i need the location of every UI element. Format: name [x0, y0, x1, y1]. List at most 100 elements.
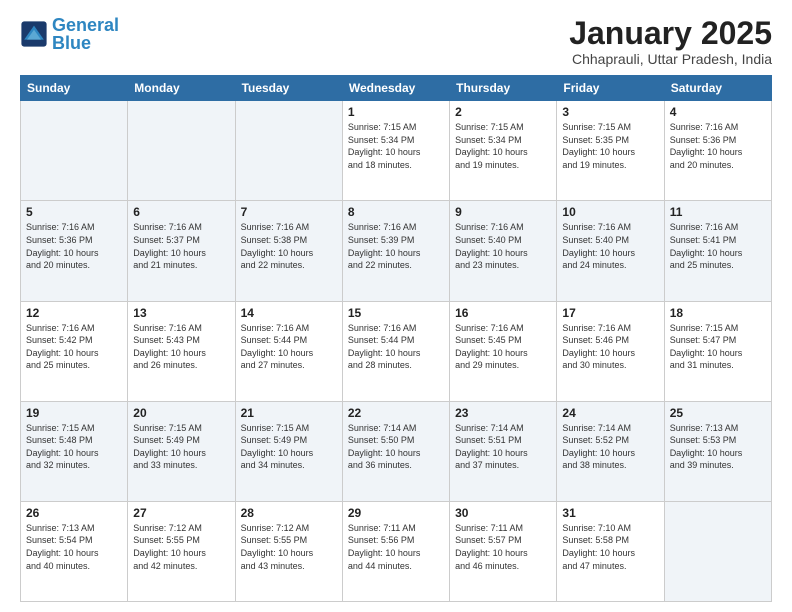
day-info: Sunrise: 7:13 AMSunset: 5:53 PMDaylight:… — [670, 422, 766, 472]
day-number: 16 — [455, 306, 551, 320]
weekday-header-friday: Friday — [557, 76, 664, 101]
calendar-cell: 12 Sunrise: 7:16 AMSunset: 5:42 PMDayligh… — [21, 301, 128, 401]
day-number: 21 — [241, 406, 337, 420]
subtitle: Chhaprauli, Uttar Pradesh, India — [569, 51, 772, 67]
calendar-cell: 25 Sunrise: 7:13 AMSunset: 5:53 PMDayligh… — [664, 401, 771, 501]
day-number: 29 — [348, 506, 444, 520]
day-info: Sunrise: 7:15 AMSunset: 5:47 PMDaylight:… — [670, 322, 766, 372]
day-number: 26 — [26, 506, 122, 520]
calendar-cell: 16Sunrise: 7:16 AMSunset: 5:45 PMDayligh… — [450, 301, 557, 401]
calendar-cell: 18Sunrise: 7:15 AMSunset: 5:47 PMDayligh… — [664, 301, 771, 401]
calendar-cell: 2 Sunrise: 7:15 AMSunset: 5:34 PMDaylight… — [450, 101, 557, 201]
day-number: 15 — [348, 306, 444, 320]
day-info: Sunrise: 7:16 AMSunset: 5:40 PMDaylight:… — [562, 221, 658, 271]
day-info: Sunrise: 7:15 AMSunset: 5:48 PMDaylight:… — [26, 422, 122, 472]
logo-area: General Blue — [20, 16, 119, 52]
day-info: Sunrise: 7:16 AMSunset: 5:44 PMDaylight:… — [241, 322, 337, 372]
day-info: Sunrise: 7:13 AMSunset: 5:54 PMDaylight:… — [26, 522, 122, 572]
day-number: 14 — [241, 306, 337, 320]
calendar-cell: 8Sunrise: 7:16 AMSunset: 5:39 PMDaylight… — [342, 201, 449, 301]
day-info: Sunrise: 7:15 AMSunset: 5:34 PMDaylight:… — [455, 121, 551, 171]
day-number: 17 — [562, 306, 658, 320]
calendar-cell — [235, 101, 342, 201]
day-info: Sunrise: 7:16 AMSunset: 5:38 PMDaylight:… — [241, 221, 337, 271]
day-info: Sunrise: 7:16 AMSunset: 5:36 PMDaylight:… — [670, 121, 766, 171]
day-number: 12 — [26, 306, 122, 320]
calendar-cell: 14 Sunrise: 7:16 AMSunset: 5:44 PMDayligh… — [235, 301, 342, 401]
weekday-header-thursday: Thursday — [450, 76, 557, 101]
calendar-cell — [664, 501, 771, 601]
calendar-cell: 24Sunrise: 7:14 AMSunset: 5:52 PMDayligh… — [557, 401, 664, 501]
day-info: Sunrise: 7:14 AMSunset: 5:52 PMDaylight:… — [562, 422, 658, 472]
day-number: 7 — [241, 205, 337, 219]
weekday-header-wednesday: Wednesday — [342, 76, 449, 101]
day-info: Sunrise: 7:14 AMSunset: 5:50 PMDaylight:… — [348, 422, 444, 472]
weekday-header-saturday: Saturday — [664, 76, 771, 101]
calendar-cell: 7 Sunrise: 7:16 AMSunset: 5:38 PMDaylight… — [235, 201, 342, 301]
calendar-cell: 5 Sunrise: 7:16 AMSunset: 5:36 PMDaylight… — [21, 201, 128, 301]
calendar-cell: 29Sunrise: 7:11 AMSunset: 5:56 PMDayligh… — [342, 501, 449, 601]
calendar-cell — [21, 101, 128, 201]
day-number: 13 — [133, 306, 229, 320]
day-number: 11 — [670, 205, 766, 219]
calendar-cell: 20 Sunrise: 7:15 AMSunset: 5:49 PMDayligh… — [128, 401, 235, 501]
weekday-header-tuesday: Tuesday — [235, 76, 342, 101]
logo-icon — [20, 20, 48, 48]
calendar-week-1: 1 Sunrise: 7:15 AMSunset: 5:34 PMDaylight… — [21, 101, 772, 201]
logo-text: General Blue — [52, 16, 119, 52]
day-info: Sunrise: 7:14 AMSunset: 5:51 PMDaylight:… — [455, 422, 551, 472]
calendar-cell: 6Sunrise: 7:16 AMSunset: 5:37 PMDaylight… — [128, 201, 235, 301]
day-info: Sunrise: 7:15 AMSunset: 5:34 PMDaylight:… — [348, 121, 444, 171]
calendar-cell: 31 Sunrise: 7:10 AMSunset: 5:58 PMDayligh… — [557, 501, 664, 601]
day-number: 31 — [562, 506, 658, 520]
calendar-cell: 1 Sunrise: 7:15 AMSunset: 5:34 PMDaylight… — [342, 101, 449, 201]
day-info: Sunrise: 7:16 AMSunset: 5:43 PMDaylight:… — [133, 322, 229, 372]
day-info: Sunrise: 7:16 AMSunset: 5:42 PMDaylight:… — [26, 322, 122, 372]
day-info: Sunrise: 7:11 AMSunset: 5:57 PMDaylight:… — [455, 522, 551, 572]
header: General Blue January 2025 Chhaprauli, Ut… — [20, 16, 772, 67]
calendar-week-5: 26 Sunrise: 7:13 AMSunset: 5:54 PMDayligh… — [21, 501, 772, 601]
day-info: Sunrise: 7:10 AMSunset: 5:58 PMDaylight:… — [562, 522, 658, 572]
day-number: 23 — [455, 406, 551, 420]
day-number: 1 — [348, 105, 444, 119]
day-number: 28 — [241, 506, 337, 520]
day-number: 27 — [133, 506, 229, 520]
logo-text1: General — [52, 15, 119, 35]
day-number: 2 — [455, 105, 551, 119]
calendar-cell: 4Sunrise: 7:16 AMSunset: 5:36 PMDaylight… — [664, 101, 771, 201]
logo: General Blue — [20, 16, 119, 52]
day-info: Sunrise: 7:16 AMSunset: 5:37 PMDaylight:… — [133, 221, 229, 271]
day-info: Sunrise: 7:15 AMSunset: 5:35 PMDaylight:… — [562, 121, 658, 171]
calendar-cell: 3 Sunrise: 7:15 AMSunset: 5:35 PMDaylight… — [557, 101, 664, 201]
day-number: 25 — [670, 406, 766, 420]
day-info: Sunrise: 7:12 AMSunset: 5:55 PMDaylight:… — [133, 522, 229, 572]
calendar-week-4: 19Sunrise: 7:15 AMSunset: 5:48 PMDayligh… — [21, 401, 772, 501]
calendar-cell: 22 Sunrise: 7:14 AMSunset: 5:50 PMDayligh… — [342, 401, 449, 501]
logo-text2: Blue — [52, 33, 91, 53]
day-number: 9 — [455, 205, 551, 219]
day-info: Sunrise: 7:16 AMSunset: 5:36 PMDaylight:… — [26, 221, 122, 271]
day-number: 22 — [348, 406, 444, 420]
calendar-cell: 15 Sunrise: 7:16 AMSunset: 5:44 PMDayligh… — [342, 301, 449, 401]
day-number: 3 — [562, 105, 658, 119]
calendar-cell: 21 Sunrise: 7:15 AMSunset: 5:49 PMDayligh… — [235, 401, 342, 501]
calendar-week-3: 12 Sunrise: 7:16 AMSunset: 5:42 PMDayligh… — [21, 301, 772, 401]
page: General Blue January 2025 Chhaprauli, Ut… — [0, 0, 792, 612]
calendar-cell: 19Sunrise: 7:15 AMSunset: 5:48 PMDayligh… — [21, 401, 128, 501]
day-number: 30 — [455, 506, 551, 520]
calendar-cell: 26 Sunrise: 7:13 AMSunset: 5:54 PMDayligh… — [21, 501, 128, 601]
day-info: Sunrise: 7:16 AMSunset: 5:44 PMDaylight:… — [348, 322, 444, 372]
day-info: Sunrise: 7:15 AMSunset: 5:49 PMDaylight:… — [133, 422, 229, 472]
month-title: January 2025 — [569, 16, 772, 51]
day-number: 5 — [26, 205, 122, 219]
calendar-cell: 10Sunrise: 7:16 AMSunset: 5:40 PMDayligh… — [557, 201, 664, 301]
day-info: Sunrise: 7:15 AMSunset: 5:49 PMDaylight:… — [241, 422, 337, 472]
day-number: 8 — [348, 205, 444, 219]
weekday-header-row: SundayMondayTuesdayWednesdayThursdayFrid… — [21, 76, 772, 101]
calendar-cell: 17 Sunrise: 7:16 AMSunset: 5:46 PMDayligh… — [557, 301, 664, 401]
weekday-header-monday: Monday — [128, 76, 235, 101]
calendar-cell: 28Sunrise: 7:12 AMSunset: 5:55 PMDayligh… — [235, 501, 342, 601]
day-info: Sunrise: 7:16 AMSunset: 5:46 PMDaylight:… — [562, 322, 658, 372]
day-info: Sunrise: 7:16 AMSunset: 5:40 PMDaylight:… — [455, 221, 551, 271]
day-number: 20 — [133, 406, 229, 420]
